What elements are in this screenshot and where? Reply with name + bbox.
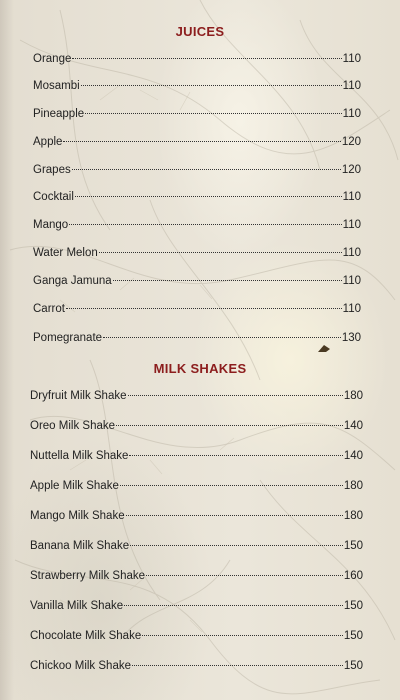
- item-price: 110: [342, 303, 361, 315]
- item-name: Grapes: [33, 164, 71, 176]
- item-name: Oreo Milk Shake: [30, 420, 116, 432]
- item-price: 110: [342, 191, 361, 203]
- item-name: Banana Milk Shake: [30, 540, 130, 552]
- dot-leader: [116, 425, 343, 426]
- dot-leader: [69, 224, 342, 225]
- item-price: 120: [341, 136, 361, 148]
- dot-leader: [124, 605, 343, 606]
- menu-item-grapes: Grapes 120: [33, 164, 361, 182]
- item-price: 110: [342, 219, 361, 231]
- menu-item-cocktail: Cocktail 110: [33, 191, 361, 209]
- menu-item-dryfruit-milk-shake: Dryfruit Milk Shake 180: [30, 390, 363, 408]
- menu-item-vanilla-milk-shake: Vanilla Milk Shake 150: [30, 600, 363, 618]
- item-name: Strawberry Milk Shake: [30, 570, 146, 582]
- item-price: 180: [343, 390, 363, 402]
- dot-leader: [85, 113, 342, 114]
- dot-leader: [80, 85, 342, 86]
- item-price: 150: [343, 540, 363, 552]
- item-price: 110: [342, 247, 361, 259]
- item-name: Dryfruit Milk Shake: [30, 390, 127, 402]
- item-name: Cocktail: [33, 191, 74, 203]
- dot-leader: [125, 515, 343, 516]
- item-name: Apple Milk Shake: [30, 480, 119, 492]
- item-name: Pineapple: [33, 108, 85, 120]
- menu-item-pomegranate: Pomegranate 130: [33, 332, 361, 350]
- dot-leader: [142, 635, 343, 636]
- dot-leader: [131, 665, 343, 666]
- menu-page: JUICES Orange 110 Mosambi 110 Pineapple …: [0, 0, 400, 700]
- item-price: 150: [343, 630, 363, 642]
- menu-item-mango-milk-shake: Mango Milk Shake 180: [30, 510, 363, 528]
- menu-item-oreo-milk-shake: Oreo Milk Shake 140: [30, 420, 363, 438]
- milk-shakes-heading: MILK SHAKES: [153, 361, 247, 376]
- item-name: Nuttella Milk Shake: [30, 450, 129, 462]
- item-name: Water Melon: [33, 247, 98, 259]
- item-name: Mango: [33, 219, 69, 231]
- ink-mark: [318, 345, 330, 352]
- item-name: Carrot: [33, 303, 65, 315]
- menu-item-apple: Apple 120: [33, 136, 361, 154]
- item-price: 120: [341, 164, 361, 176]
- item-price: 180: [343, 480, 363, 492]
- item-name: Orange: [33, 53, 72, 65]
- item-price: 110: [342, 53, 361, 65]
- dot-leader: [72, 58, 342, 59]
- item-name: Apple: [33, 136, 63, 148]
- item-name: Mango Milk Shake: [30, 510, 125, 522]
- dot-leader: [127, 395, 343, 396]
- menu-item-chocolate-milk-shake: Chocolate Milk Shake 150: [30, 630, 363, 648]
- dot-leader: [129, 455, 343, 456]
- menu-item-ganga-jamuna: Ganga Jamuna 110: [33, 275, 361, 293]
- menu-item-mango: Mango 110: [33, 219, 361, 237]
- dot-leader: [130, 545, 343, 546]
- dot-leader: [98, 252, 342, 253]
- item-price: 140: [343, 450, 363, 462]
- menu-item-strawberry-milk-shake: Strawberry Milk Shake 160: [30, 570, 363, 588]
- dot-leader: [74, 196, 342, 197]
- menu-item-chickoo-milk-shake: Chickoo Milk Shake 150: [30, 660, 363, 678]
- menu-item-nuttella-milk-shake: Nuttella Milk Shake 140: [30, 450, 363, 468]
- item-name: Vanilla Milk Shake: [30, 600, 124, 612]
- item-price: 130: [341, 332, 361, 344]
- item-price: 160: [343, 570, 363, 582]
- dot-leader: [65, 308, 342, 309]
- dot-leader: [71, 169, 341, 170]
- menu-item-carrot: Carrot 110: [33, 303, 361, 321]
- dot-leader: [112, 280, 342, 281]
- item-name: Chocolate Milk Shake: [30, 630, 142, 642]
- juices-heading: JUICES: [175, 24, 225, 39]
- dot-leader: [119, 485, 343, 486]
- menu-item-mosambi: Mosambi 110: [33, 80, 361, 98]
- item-price: 140: [343, 420, 363, 432]
- item-price: 150: [343, 600, 363, 612]
- menu-item-pineapple: Pineapple 110: [33, 108, 361, 126]
- item-price: 150: [343, 660, 363, 672]
- menu-item-apple-milk-shake: Apple Milk Shake 180: [30, 480, 363, 498]
- menu-item-orange: Orange 110: [33, 53, 361, 71]
- item-name: Pomegranate: [33, 332, 103, 344]
- menu-item-banana-milk-shake: Banana Milk Shake 150: [30, 540, 363, 558]
- menu-item-water-melon: Water Melon 110: [33, 247, 361, 265]
- item-price: 180: [343, 510, 363, 522]
- item-name: Mosambi: [33, 80, 80, 92]
- item-price: 110: [342, 275, 361, 287]
- item-name: Chickoo Milk Shake: [30, 660, 131, 672]
- item-price: 110: [342, 108, 361, 120]
- leaf-background-illustration: [9, 0, 399, 695]
- dot-leader: [63, 141, 341, 142]
- item-price: 110: [342, 80, 361, 92]
- dot-leader: [146, 575, 343, 576]
- dot-leader: [103, 337, 341, 338]
- item-name: Ganga Jamuna: [33, 275, 112, 287]
